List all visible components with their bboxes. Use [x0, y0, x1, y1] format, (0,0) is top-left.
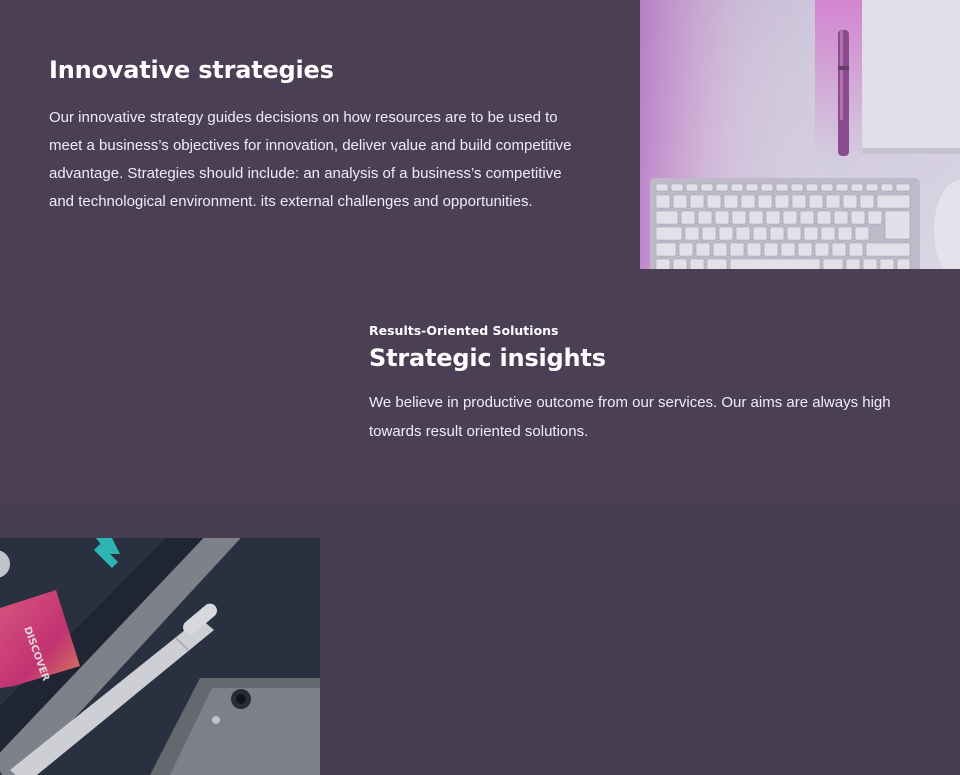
section-body: We believe in productive outcome from ou… [369, 394, 891, 440]
section-body: Our innovative strategy guides decisions… [49, 109, 572, 210]
keyboard-photo [640, 0, 960, 269]
section-heading: Innovative strategies [49, 56, 334, 84]
tablet-photo: DISCOVER [0, 538, 320, 775]
strategic-insights-section: DISCOVER Results-Oriented Solutions Stra… [0, 269, 960, 775]
innovative-strategies-content: Innovative strategies Our innovative str… [49, 54, 589, 216]
strategic-insights-content: Results-Oriented Solutions Strategic ins… [369, 322, 929, 446]
keyboard-photo-graphic [640, 0, 960, 269]
section-eyebrow: Results-Oriented Solutions [369, 323, 559, 338]
innovative-strategies-section: Innovative strategies Our innovative str… [0, 0, 960, 269]
section-heading: Strategic insights [369, 344, 606, 372]
page: Innovative strategies Our innovative str… [0, 0, 960, 775]
tablet-photo-graphic: DISCOVER [0, 538, 320, 775]
